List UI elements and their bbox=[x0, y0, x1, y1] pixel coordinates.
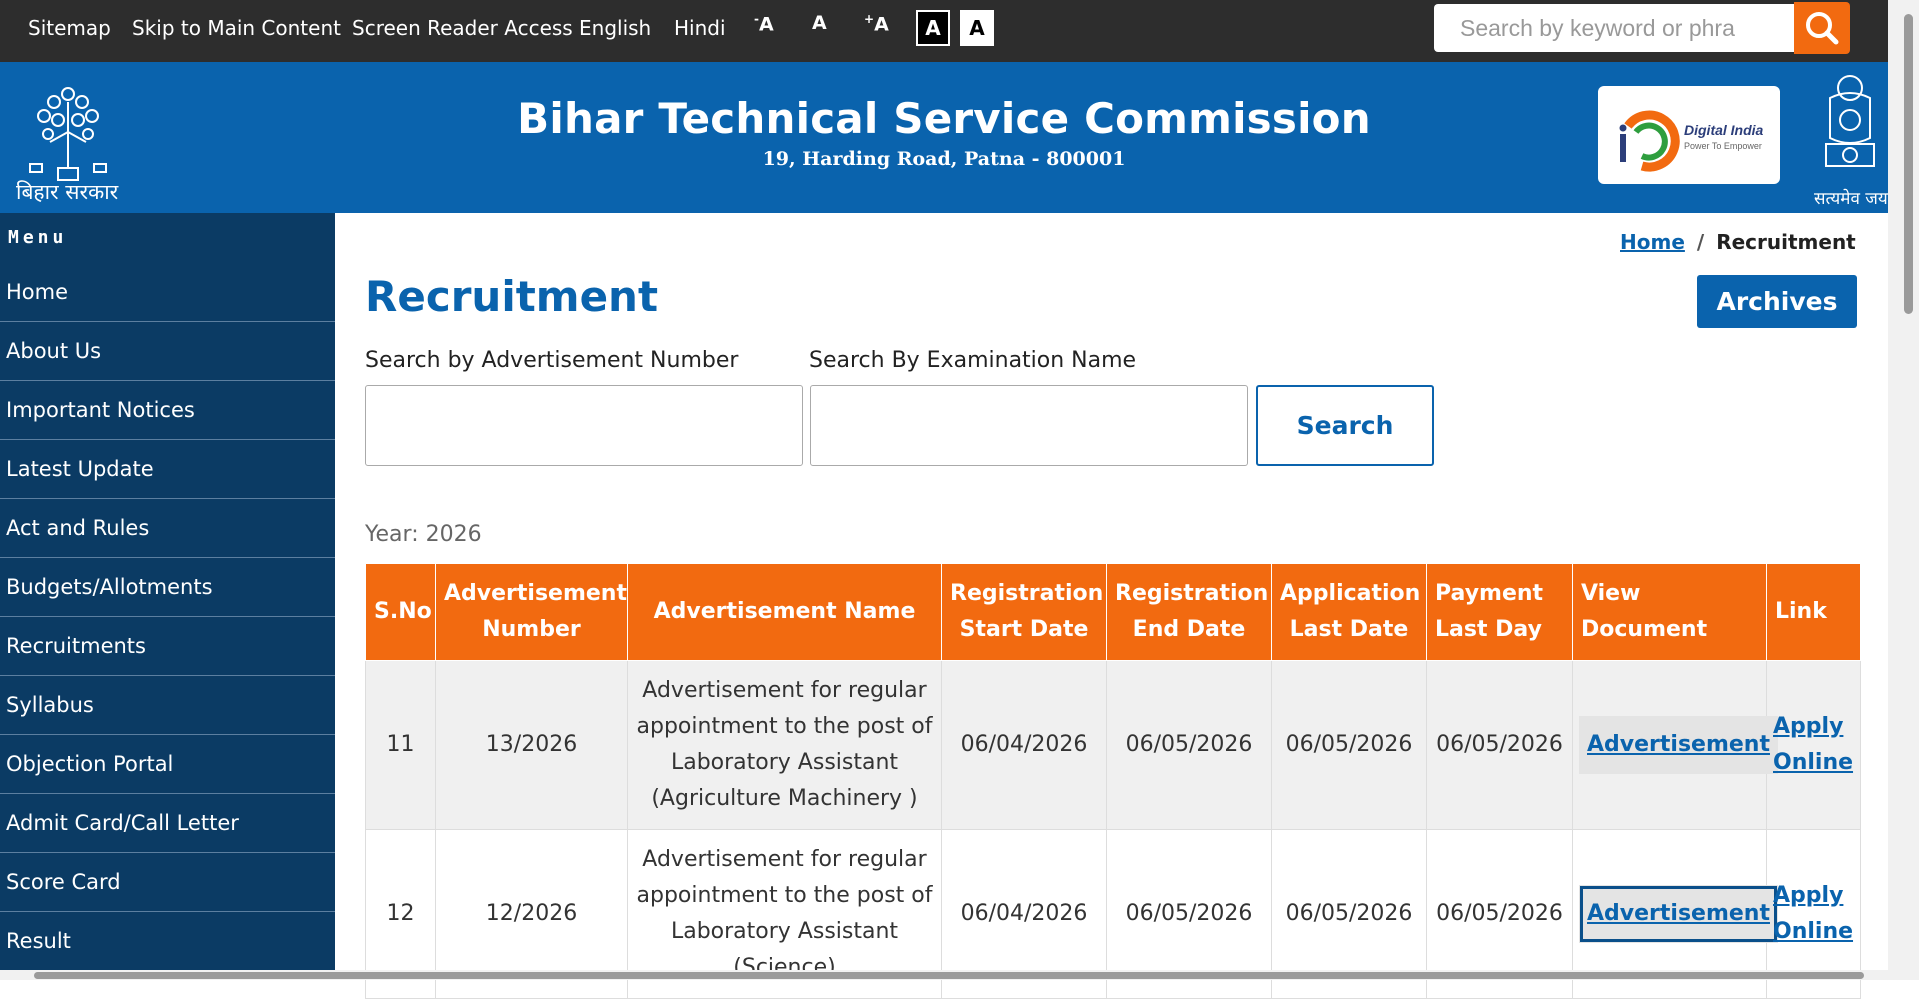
vertical-scrollbar-thumb[interactable] bbox=[1904, 14, 1913, 314]
cell-adv-number: 13/2026 bbox=[435, 660, 628, 830]
recruitment-table: S.No Advertisement Number Advertisement … bbox=[365, 563, 1861, 999]
table-header-row: S.No Advertisement Number Advertisement … bbox=[365, 563, 1861, 661]
breadcrumb-separator: / bbox=[1696, 230, 1705, 254]
menu-heading: Menu bbox=[8, 227, 68, 248]
sidebar-item-about-us[interactable]: About Us bbox=[0, 322, 335, 381]
sidebar-item-home[interactable]: Home bbox=[0, 263, 335, 322]
site-search-input[interactable]: Search by keyword or phra bbox=[1434, 4, 1794, 52]
sidebar-item-important-notices[interactable]: Important Notices bbox=[0, 381, 335, 440]
utility-bar: Sitemap Skip to Main Content Screen Read… bbox=[0, 0, 1888, 62]
cell-sno: 11 bbox=[365, 660, 436, 830]
cell-pay-last: 06/05/2026 bbox=[1426, 660, 1573, 830]
header-app-last: Application Last Date bbox=[1271, 563, 1427, 661]
header-adv-number: Advertisement Number bbox=[435, 563, 628, 661]
exam-name-input[interactable] bbox=[810, 385, 1248, 466]
sidebar-item-syllabus[interactable]: Syllabus bbox=[0, 676, 335, 735]
header-adv-name: Advertisement Name bbox=[627, 563, 942, 661]
advertisement-link[interactable]: Advertisement bbox=[1579, 716, 1778, 774]
exam-name-label: Search By Examination Name bbox=[809, 348, 1137, 373]
high-contrast-button[interactable]: A bbox=[916, 10, 950, 46]
digital-india-mark-icon bbox=[1619, 110, 1680, 172]
font-decrease-button[interactable]: -A bbox=[754, 12, 774, 35]
sidebar-item-admit-card[interactable]: Admit Card/Call Letter bbox=[0, 794, 335, 853]
breadcrumb: Home / Recruitment bbox=[1620, 230, 1856, 254]
apply-online-link[interactable]: Apply Online bbox=[1773, 878, 1854, 950]
site-header: बिहार सरकार Bihar Technical Service Comm… bbox=[0, 62, 1897, 213]
sidebar-menu: Menu Home About Us Important Notices Lat… bbox=[0, 213, 335, 970]
sidebar-item-objection-portal[interactable]: Objection Portal bbox=[0, 735, 335, 794]
cell-reg-start: 06/04/2026 bbox=[941, 660, 1107, 830]
digital-india-text: Digital India bbox=[1684, 122, 1764, 138]
advertisement-link[interactable]: Advertisement bbox=[1579, 885, 1778, 943]
year-label: Year: 2026 bbox=[365, 522, 482, 547]
header-reg-end: Registration End Date bbox=[1106, 563, 1272, 661]
adv-number-label: Search by Advertisement Number bbox=[365, 348, 739, 373]
search-button[interactable]: Search bbox=[1256, 385, 1434, 466]
breadcrumb-current: Recruitment bbox=[1716, 230, 1856, 254]
cell-view-document: Advertisement bbox=[1572, 660, 1778, 830]
sidebar-item-recruitments[interactable]: Recruitments bbox=[0, 617, 335, 676]
header-pay-last: Payment Last Day bbox=[1426, 563, 1573, 661]
site-search-button[interactable] bbox=[1794, 2, 1850, 54]
cell-app-last: 06/05/2026 bbox=[1271, 660, 1427, 830]
font-increase-button[interactable]: +A bbox=[864, 12, 889, 35]
header-sno: S.No bbox=[365, 563, 436, 661]
breadcrumb-home-link[interactable]: Home bbox=[1620, 230, 1685, 254]
sidebar-item-latest-update[interactable]: Latest Update bbox=[0, 440, 335, 499]
sidebar-item-act-and-rules[interactable]: Act and Rules bbox=[0, 499, 335, 558]
horizontal-scrollbar-thumb[interactable] bbox=[34, 972, 1864, 979]
header-view-document: View Document bbox=[1572, 563, 1767, 661]
archives-button[interactable]: Archives bbox=[1697, 275, 1857, 328]
search-icon bbox=[1806, 12, 1839, 45]
header-link: Link bbox=[1766, 563, 1861, 661]
satyamev-jayate-text: सत्यमेव जयते bbox=[1814, 189, 1898, 209]
screen-reader-link[interactable]: Screen Reader Access bbox=[352, 16, 573, 40]
page-title: Recruitment bbox=[365, 272, 659, 321]
font-normal-button[interactable]: A bbox=[812, 12, 827, 34]
adv-number-input[interactable] bbox=[365, 385, 803, 466]
digital-india-tagline: Power To Empower bbox=[1684, 141, 1762, 151]
digital-india-logo[interactable]: Digital India Power To Empower bbox=[1598, 86, 1780, 184]
cell-adv-name: Advertisement for regular appointment to… bbox=[627, 660, 942, 830]
sidebar-item-score-card[interactable]: Score Card bbox=[0, 853, 335, 912]
sidebar-item-result[interactable]: Result bbox=[0, 912, 335, 970]
apply-online-link[interactable]: Apply Online bbox=[1773, 709, 1854, 781]
header-reg-start: Registration Start Date bbox=[941, 563, 1107, 661]
sidebar-item-budgets[interactable]: Budgets/Allotments bbox=[0, 558, 335, 617]
sitemap-link[interactable]: Sitemap bbox=[28, 16, 111, 40]
normal-contrast-button[interactable]: A bbox=[960, 10, 994, 46]
cell-reg-end: 06/05/2026 bbox=[1106, 660, 1272, 830]
skip-to-main-link[interactable]: Skip to Main Content bbox=[132, 16, 341, 40]
table-row: 11 13/2026 Advertisement for regular app… bbox=[365, 660, 1861, 830]
cell-link: Apply Online bbox=[1766, 660, 1861, 830]
hindi-link[interactable]: Hindi bbox=[674, 16, 726, 40]
english-link[interactable]: English bbox=[579, 16, 651, 40]
bihar-sarkar-label: बिहार सरकार bbox=[16, 180, 119, 204]
